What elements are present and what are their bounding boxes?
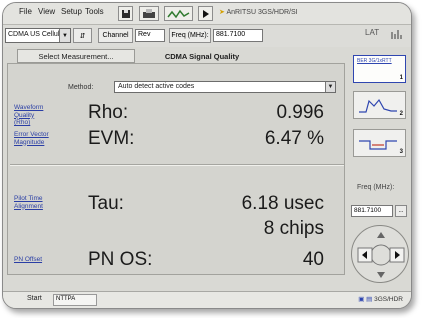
time-alignment-link[interactable]: Pilot Time Alignment (14, 195, 54, 210)
menu-tools[interactable]: Tools (85, 7, 104, 16)
freq-more-button[interactable]: ... (395, 205, 407, 217)
menu-setup[interactable]: Setup (61, 7, 82, 16)
sidebar-num-2: 2 (399, 111, 403, 117)
menu-file[interactable]: File (19, 7, 32, 16)
device-frame: File View Setup Tools ➤ AnRITSU 3GS/HDR/… (2, 2, 412, 309)
sidebar-freq-field[interactable]: 881.7100 (351, 205, 393, 217)
start-button[interactable]: Start (27, 295, 42, 302)
signal-quality-panel: Method: Auto detect active codes ▼ Wavef… (7, 63, 345, 275)
save-icon[interactable] (118, 6, 133, 21)
sidebar-freq-label: Freq (MHz): (357, 184, 395, 191)
dpad-icon (357, 232, 405, 278)
sidebar-item-timing[interactable]: 3 (353, 129, 406, 157)
channel-field[interactable]: Rev (135, 29, 165, 42)
spectrum-icon (359, 98, 397, 113)
toolbar-status: ➤ AnRITSU 3GS/HDR/SI (219, 8, 298, 16)
antenna-icon (390, 28, 404, 42)
menu-view[interactable]: View (38, 7, 55, 16)
chevron-down-icon: ▼ (325, 82, 335, 92)
freq-label: Freq (MHz): (171, 32, 209, 39)
chevron-down-icon: ▼ (59, 29, 70, 42)
timing-icon (359, 140, 397, 150)
standard-combo[interactable]: CDMA US Cellular ▼ (5, 28, 71, 43)
evm-label: EVM: (88, 128, 135, 149)
measurement-toolbar: CDMA US Cellular ▼ ⇵ Channel Rev Freq (M… (3, 25, 411, 47)
menu-bar: File View Setup Tools ➤ AnRITSU 3GS/HDR/… (3, 3, 411, 25)
section-divider (10, 164, 344, 166)
sidebar-item-spectrum[interactable]: 2 (353, 91, 406, 119)
evm-value: 6.47 % (264, 128, 324, 149)
page-title: CDMA Signal Quality (164, 51, 240, 61)
rho-value: 0.996 (276, 102, 324, 123)
play-icon[interactable] (198, 6, 213, 21)
tau-label: Tau: (88, 193, 124, 214)
channel-arrows-button[interactable]: ⇵ (73, 28, 92, 43)
ber-label: BER 3G/1xRTT (357, 58, 392, 64)
freq-button[interactable]: Freq (MHz): (169, 28, 211, 43)
right-indicator: LAT (365, 28, 380, 37)
channel-button[interactable]: Channel (98, 28, 133, 43)
sidebar-item-ber[interactable]: BER 3G/1xRTT 1 (353, 55, 406, 83)
tau-chips-value: 8 chips (263, 218, 324, 239)
sidebar: BER 3G/1xRTT 1 2 3 Freq (MHz): 881.7100 … (348, 47, 411, 283)
signal-icon[interactable] (164, 6, 193, 21)
rho-label: Rho: (88, 102, 129, 123)
taskbar: Start NTTPA ▣ ▤ 3GS/HDR (3, 291, 411, 308)
system-tray: ▣ ▤ 3GS/HDR (358, 295, 403, 303)
select-measurement-button[interactable]: Select Measurement... (17, 49, 135, 63)
waveform-quality-link[interactable]: Waveform Quality (Rho) (14, 104, 50, 127)
arrows-icon: ⇵ (79, 32, 86, 40)
channel-label: Channel (102, 32, 129, 39)
navigation-pad[interactable] (351, 225, 409, 283)
pnos-value: 40 (302, 249, 324, 270)
tau-value: 6.18 usec (241, 193, 324, 214)
status-text: AnRITSU 3GS/HDR/SI (226, 9, 298, 16)
taskbar-app[interactable]: NTTPA (53, 294, 97, 306)
freq-field[interactable]: 881.7100 (213, 29, 263, 42)
tray-text: 3GS/HDR (374, 296, 403, 303)
status-arrow-icon: ➤ (219, 9, 225, 16)
method-label: Method: (68, 84, 94, 91)
method-select-value: Auto detect active codes (118, 83, 195, 90)
standard-combo-value: CDMA US Cellular (8, 31, 66, 38)
measurement-tabs: Select Measurement... CDMA Signal Qualit… (7, 49, 329, 63)
method-select[interactable]: Auto detect active codes ▼ (114, 81, 336, 93)
pnos-label: PN OS: (88, 249, 153, 270)
print-icon[interactable] (139, 6, 159, 21)
tray-icons: ▣ ▤ (358, 296, 373, 303)
sidebar-num-3: 3 (399, 149, 403, 155)
error-vector-link[interactable]: Error Vector Magnitude (14, 131, 54, 146)
pn-offset-link[interactable]: PN Offset (14, 256, 54, 264)
sidebar-num-1: 1 (399, 75, 403, 81)
taskbar-app-label: NTTPA (56, 296, 76, 302)
